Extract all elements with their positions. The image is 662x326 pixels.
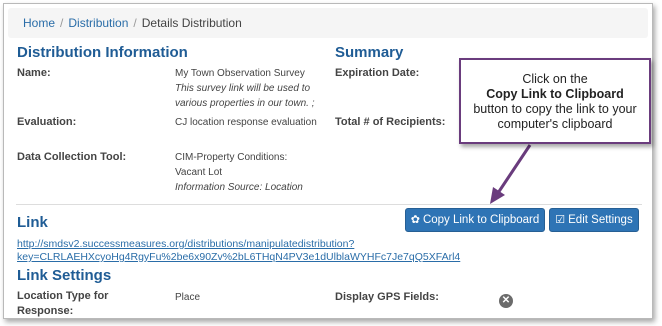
tool-value-source: Information Source: Location: [175, 182, 303, 193]
breadcrumb-distribution[interactable]: Distribution: [68, 16, 128, 30]
name-label: Name:: [17, 67, 51, 79]
edit-settings-button[interactable]: ☑ Edit Settings: [549, 208, 639, 232]
location-type-label: Location Type for Response:: [17, 289, 109, 318]
callout-line2: Copy Link to Clipboard: [486, 87, 624, 101]
distribution-url-link[interactable]: http://smdsv2.successmeasures.org/distri…: [17, 238, 487, 264]
tool-value-line2: Vacant Lot: [175, 167, 223, 178]
distribution-information-heading: Distribution Information: [17, 44, 188, 61]
name-value-description-line2: various properties in our town. ;: [175, 98, 315, 109]
edit-settings-button-label: Edit Settings: [568, 214, 633, 226]
evaluation-label: Evaluation:: [17, 116, 77, 128]
data-collection-tool-value: CIM-Property Conditions: Vacant Lot Info…: [175, 150, 335, 195]
breadcrumb-home[interactable]: Home: [23, 16, 55, 30]
instruction-callout: Click on the Copy Link to Clipboard butt…: [459, 58, 651, 144]
copy-link-button[interactable]: ✿ Copy Link to Clipboard: [405, 208, 545, 232]
url-line1: http://smdsv2.successmeasures.org/distri…: [17, 238, 355, 250]
tool-value-line1: CIM-Property Conditions:: [175, 152, 288, 163]
callout-line1: Click on the: [522, 72, 588, 86]
gear-icon: ✿: [410, 214, 420, 226]
display-gps-label: Display GPS Fields:: [335, 291, 439, 303]
evaluation-value: CJ location response evaluation: [175, 117, 317, 128]
data-collection-tool-label: Data Collection Tool:: [17, 151, 127, 163]
location-type-label-line2: Response:: [17, 305, 74, 317]
name-value-title: My Town Observation Survey: [175, 68, 305, 79]
name-value: My Town Observation Survey This survey l…: [175, 66, 335, 111]
breadcrumb-current: Details Distribution: [141, 16, 242, 30]
breadcrumb-separator: /: [133, 16, 137, 30]
edit-icon: ☑: [555, 214, 566, 226]
breadcrumb: Home / Distribution / Details Distribution: [8, 8, 648, 38]
breadcrumb-separator: /: [60, 16, 64, 30]
x-circle-icon: ✕: [499, 294, 513, 308]
callout-line3: button to copy the link to your: [473, 102, 637, 116]
expiration-date-label: Expiration Date:: [335, 67, 420, 79]
divider: [16, 204, 642, 205]
copy-link-button-label: Copy Link to Clipboard: [422, 214, 540, 226]
total-recipients-label: Total # of Recipients:: [335, 116, 446, 128]
summary-heading: Summary: [335, 44, 404, 61]
link-settings-heading: Link Settings: [17, 267, 112, 284]
url-line2: key=CLRLAEHXcyoHg4RgyFu%2be6x90Zv%2bL6TH…: [17, 251, 461, 263]
name-value-description-line1: This survey link will be used to: [175, 83, 311, 94]
location-type-value: Place: [175, 292, 201, 303]
details-panel: Home / Distribution / Details Distribution D…: [3, 3, 653, 319]
callout-line4: computer's clipboard: [497, 117, 613, 131]
link-heading: Link: [17, 214, 48, 231]
location-type-label-line1: Location Type for: [17, 290, 109, 302]
